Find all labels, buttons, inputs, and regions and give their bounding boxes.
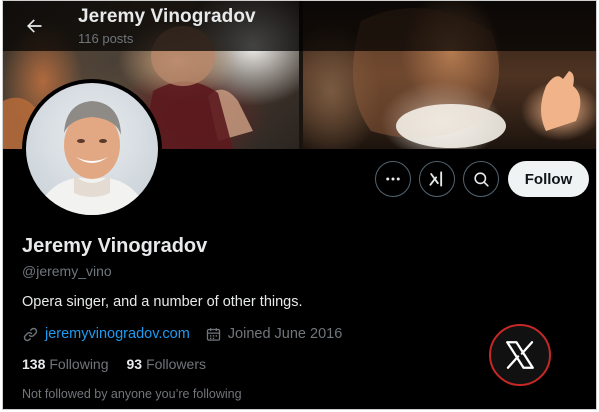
calendar-icon — [206, 327, 220, 341]
more-icon — [386, 177, 400, 181]
x-logo-icon — [506, 341, 534, 369]
profile-bio: Opera singer, and a number of other thin… — [22, 294, 303, 310]
followers-count: 93 — [126, 356, 143, 372]
back-arrow-icon — [27, 19, 42, 33]
profile-meta-row: jeremyvinogradov.com Joined June 2016 — [22, 324, 342, 344]
followers-link[interactable]: 93 Followers — [127, 356, 206, 372]
website-link[interactable]: jeremyvinogradov.com — [45, 326, 190, 342]
followers-label: Followers — [146, 356, 206, 372]
top-bar-title: Jeremy Vinogradov — [78, 6, 256, 27]
link-icon — [23, 327, 38, 341]
avatar-photo — [26, 83, 158, 215]
top-bar: Jeremy Vinogradov 116 posts — [3, 1, 596, 51]
avatar[interactable] — [22, 79, 162, 219]
follow-stats: 138 Following 93 Followers — [22, 356, 224, 372]
grok-icon — [429, 171, 443, 187]
back-button[interactable] — [19, 11, 49, 41]
profile-page: Jeremy Vinogradov 116 posts Follow Jerem… — [2, 0, 597, 410]
search-icon — [473, 171, 489, 187]
user-handle: @jeremy_vino — [22, 263, 112, 279]
follow-button[interactable]: Follow — [508, 161, 589, 197]
following-label: Following — [49, 356, 109, 372]
display-name: Jeremy Vinogradov — [22, 235, 208, 257]
grok-button[interactable] — [419, 161, 455, 197]
more-button[interactable] — [375, 161, 411, 197]
followed-by-note: Not followed by anyone you’re following — [22, 387, 242, 401]
search-profile-button[interactable] — [463, 161, 499, 197]
joined-date: Joined June 2016 — [227, 326, 343, 342]
posts-count: 116 posts — [78, 31, 134, 46]
following-count: 138 — [22, 356, 46, 372]
x-logo-badge — [489, 324, 551, 386]
following-link[interactable]: 138 Following — [22, 356, 109, 372]
